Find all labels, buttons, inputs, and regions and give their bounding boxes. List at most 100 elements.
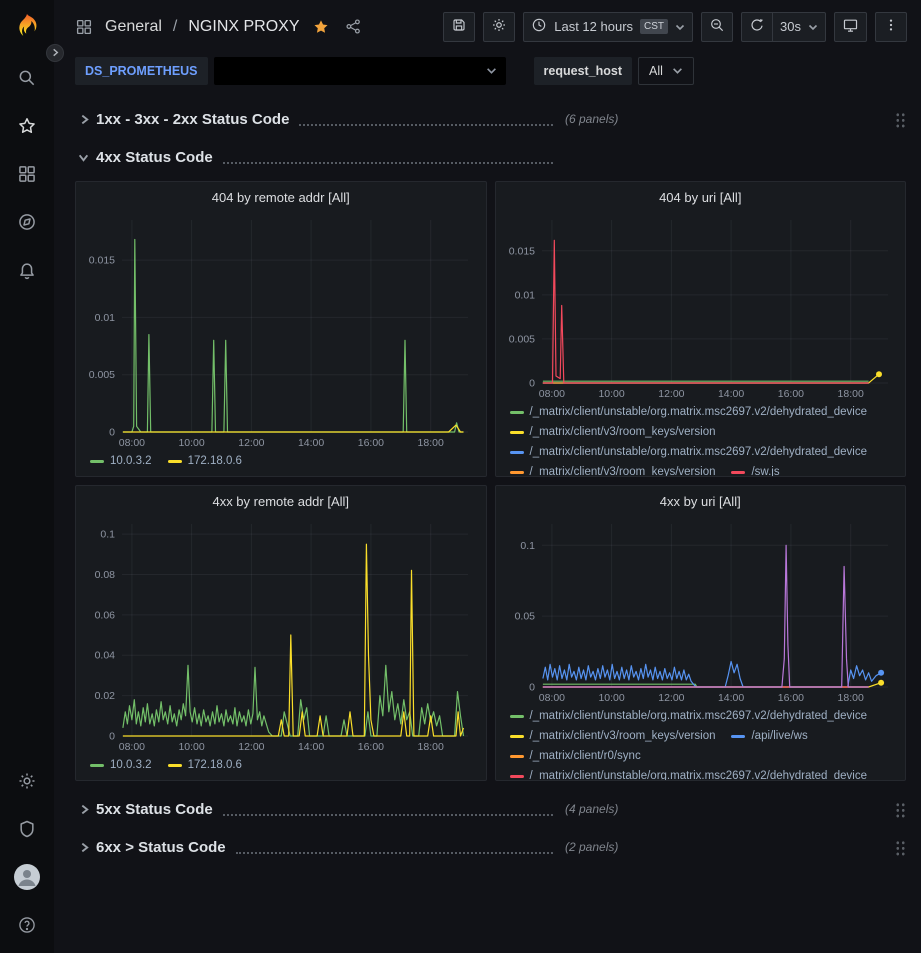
svg-text:0: 0 bbox=[109, 731, 115, 743]
drag-handle-icon[interactable] bbox=[895, 801, 906, 818]
row-header-5xx[interactable]: 5xx Status Code (4 panels) bbox=[75, 795, 906, 823]
legend-item[interactable]: /_matrix/client/v3/room_keys/version bbox=[510, 726, 716, 746]
legend-marker-icon bbox=[510, 735, 524, 738]
dashboard-settings-button[interactable] bbox=[483, 12, 515, 42]
sidebar-item-starred[interactable] bbox=[0, 102, 54, 150]
chevron-right-icon bbox=[75, 110, 93, 128]
chart-4xx-by-uri[interactable]: 08:0010:0012:0014:0016:0018:0000.050.1 bbox=[502, 516, 900, 704]
sidebar-item-configuration[interactable] bbox=[0, 757, 54, 805]
datasource-value-dropdown[interactable] bbox=[214, 57, 506, 85]
svg-text:18:00: 18:00 bbox=[837, 388, 863, 400]
legend-label: /_matrix/client/v3/room_keys/version bbox=[530, 462, 716, 476]
svg-text:0.1: 0.1 bbox=[100, 529, 115, 541]
row-title: 4xx Status Code bbox=[96, 149, 213, 166]
row-header-6xx[interactable]: 6xx > Status Code (2 panels) bbox=[75, 833, 906, 861]
legend-item[interactable]: /_matrix/client/unstable/org.matrix.msc2… bbox=[510, 442, 868, 462]
legend-label: /_matrix/client/unstable/org.matrix.msc2… bbox=[530, 442, 868, 462]
monitor-icon bbox=[842, 17, 859, 37]
svg-text:0.08: 0.08 bbox=[95, 569, 116, 581]
chart-legend: /_matrix/client/unstable/org.matrix.msc2… bbox=[496, 400, 906, 476]
svg-text:10:00: 10:00 bbox=[178, 437, 204, 449]
drag-handle-icon[interactable] bbox=[895, 839, 906, 856]
breadcrumb-section[interactable]: General bbox=[105, 18, 162, 36]
svg-text:08:00: 08:00 bbox=[538, 388, 564, 400]
legend-label: /_matrix/client/unstable/org.matrix.msc2… bbox=[530, 766, 868, 780]
legend-marker-icon bbox=[90, 460, 104, 463]
svg-text:18:00: 18:00 bbox=[418, 437, 444, 449]
refresh-button[interactable] bbox=[741, 12, 773, 42]
request-host-value-dropdown[interactable]: All bbox=[638, 57, 694, 85]
favorite-star-icon[interactable] bbox=[309, 18, 333, 36]
sidebar-item-alerting[interactable] bbox=[0, 246, 54, 294]
sidebar-expand-button[interactable] bbox=[46, 44, 64, 62]
svg-text:18:00: 18:00 bbox=[418, 741, 444, 753]
share-icon[interactable] bbox=[342, 18, 365, 35]
time-range-label: Last 12 hours bbox=[554, 19, 633, 34]
save-dashboard-button[interactable] bbox=[443, 12, 475, 42]
sidebar-item-explore[interactable] bbox=[0, 198, 54, 246]
panel-404-by-uri: 404 by uri [All] 08:0010:0012:0014:0016:… bbox=[495, 181, 907, 477]
tv-mode-button[interactable] bbox=[834, 12, 867, 42]
row-header-4xx[interactable]: 4xx Status Code bbox=[75, 143, 906, 171]
svg-text:12:00: 12:00 bbox=[658, 692, 684, 704]
bell-icon bbox=[17, 260, 37, 280]
more-options-kebab-button[interactable] bbox=[875, 12, 907, 42]
legend-item[interactable]: /api/live/ws bbox=[731, 726, 807, 746]
drag-handle-icon[interactable] bbox=[895, 111, 906, 128]
chart-404-by-remote-addr[interactable]: 08:0010:0012:0014:0016:0018:0000.0050.01… bbox=[82, 212, 480, 449]
legend-marker-icon bbox=[168, 460, 182, 463]
row-panel-count: (2 panels) bbox=[565, 840, 618, 854]
time-range-picker[interactable]: Last 12 hours CST bbox=[523, 12, 693, 42]
svg-text:14:00: 14:00 bbox=[298, 741, 324, 753]
legend-item[interactable]: /_matrix/client/r0/sync bbox=[510, 746, 641, 766]
svg-text:0.06: 0.06 bbox=[95, 609, 116, 621]
panel-title[interactable]: 4xx by remote addr [All] bbox=[76, 486, 486, 516]
svg-text:16:00: 16:00 bbox=[777, 692, 803, 704]
zoom-out-button[interactable] bbox=[701, 12, 733, 42]
row-header-1xx-3xx-2xx[interactable]: 1xx - 3xx - 2xx Status Code (6 panels) bbox=[75, 105, 906, 133]
legend-marker-icon bbox=[510, 431, 524, 434]
apps-grid-icon[interactable] bbox=[72, 18, 96, 36]
svg-text:0.015: 0.015 bbox=[89, 255, 115, 267]
legend-item[interactable]: 10.0.3.2 bbox=[90, 755, 152, 775]
panel-title[interactable]: 4xx by uri [All] bbox=[496, 486, 906, 516]
dotted-leader bbox=[299, 113, 553, 126]
legend-item[interactable]: /_matrix/client/unstable/org.matrix.msc2… bbox=[510, 766, 868, 780]
legend-item[interactable]: /_matrix/client/v3/room_keys/version bbox=[510, 422, 716, 442]
refresh-interval-dropdown[interactable]: 30s bbox=[773, 12, 826, 42]
panel-title[interactable]: 404 by uri [All] bbox=[496, 182, 906, 212]
legend-label: 172.18.0.6 bbox=[188, 451, 242, 471]
zoom-out-icon bbox=[709, 17, 725, 36]
grafana-logo-icon[interactable] bbox=[0, 0, 54, 54]
chart-legend: /_matrix/client/unstable/org.matrix.msc2… bbox=[496, 704, 906, 780]
chart-4xx-by-remote-addr[interactable]: 08:0010:0012:0014:0016:0018:0000.020.040… bbox=[82, 516, 480, 753]
sidebar-item-search[interactable] bbox=[0, 54, 54, 102]
chevron-down-icon bbox=[808, 19, 818, 34]
chart-404-by-uri[interactable]: 08:0010:0012:0014:0016:0018:0000.0050.01… bbox=[502, 212, 900, 400]
panel-title[interactable]: 404 by remote addr [All] bbox=[76, 182, 486, 212]
breadcrumb-dashboard-title[interactable]: NGINX PROXY bbox=[188, 18, 299, 36]
svg-text:18:00: 18:00 bbox=[837, 692, 863, 704]
top-navbar: General / NGINX PROXY Last 12 hours CST bbox=[54, 0, 921, 53]
legend-item[interactable]: /_matrix/client/v3/room_keys/version bbox=[510, 462, 716, 476]
legend-item[interactable]: 172.18.0.6 bbox=[168, 451, 242, 471]
legend-item[interactable]: 172.18.0.6 bbox=[168, 755, 242, 775]
svg-text:16:00: 16:00 bbox=[777, 388, 803, 400]
timezone-badge: CST bbox=[640, 19, 668, 34]
legend-item[interactable]: /sw.js bbox=[731, 462, 779, 476]
svg-text:0.01: 0.01 bbox=[95, 312, 116, 324]
svg-text:0.02: 0.02 bbox=[95, 690, 116, 702]
sidebar-item-server-admin[interactable] bbox=[0, 805, 54, 853]
legend-item[interactable]: /_matrix/client/unstable/org.matrix.msc2… bbox=[510, 706, 868, 726]
legend-label: /sw.js bbox=[751, 462, 779, 476]
sidebar-item-dashboards[interactable] bbox=[0, 150, 54, 198]
row-title: 6xx > Status Code bbox=[96, 839, 226, 856]
legend-marker-icon bbox=[168, 764, 182, 767]
sidebar-item-profile[interactable] bbox=[0, 853, 54, 901]
sidebar-item-help[interactable] bbox=[0, 901, 54, 949]
legend-marker-icon bbox=[510, 775, 524, 778]
svg-text:12:00: 12:00 bbox=[238, 437, 264, 449]
svg-text:14:00: 14:00 bbox=[717, 388, 743, 400]
legend-item[interactable]: /_matrix/client/unstable/org.matrix.msc2… bbox=[510, 402, 868, 422]
legend-item[interactable]: 10.0.3.2 bbox=[90, 451, 152, 471]
